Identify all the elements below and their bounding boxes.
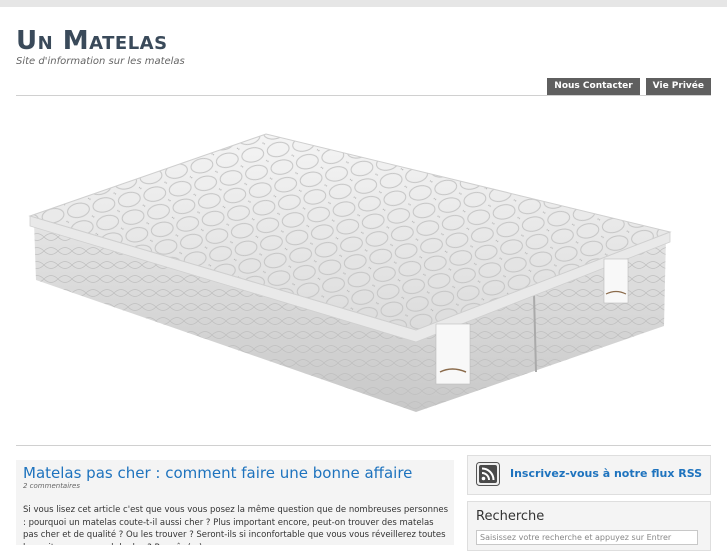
site-title[interactable]: Un Matelas	[16, 26, 168, 56]
rss-icon[interactable]	[476, 462, 500, 486]
post-excerpt: Si vous lisez cet article c'est que vous…	[23, 505, 448, 545]
nav-contact-button[interactable]: Nous Contacter	[547, 78, 640, 95]
post-title-link[interactable]: Matelas pas cher : comment faire une bon…	[23, 464, 412, 482]
hero-banner	[16, 104, 711, 436]
nav-privacy-button[interactable]: Vie Privée	[645, 78, 711, 95]
search-input[interactable]	[476, 530, 698, 545]
search-title: Recherche	[476, 509, 545, 524]
site-tagline: Site d'information sur les matelas	[16, 56, 185, 67]
post-card: Matelas pas cher : comment faire une bon…	[16, 460, 454, 545]
top-nav: Nous Contacter Vie Privée	[547, 78, 711, 95]
content-divider	[16, 445, 711, 446]
top-bar	[0, 0, 727, 7]
search-widget: Recherche	[467, 501, 711, 551]
mattress-image	[28, 133, 672, 412]
post-comments-link[interactable]: 2 commentaires	[23, 482, 80, 490]
header-divider	[16, 95, 711, 96]
rss-widget: Inscrivez-vous à notre flux RSS	[467, 455, 711, 495]
rss-subscribe-link[interactable]: Inscrivez-vous à notre flux RSS	[510, 467, 702, 480]
